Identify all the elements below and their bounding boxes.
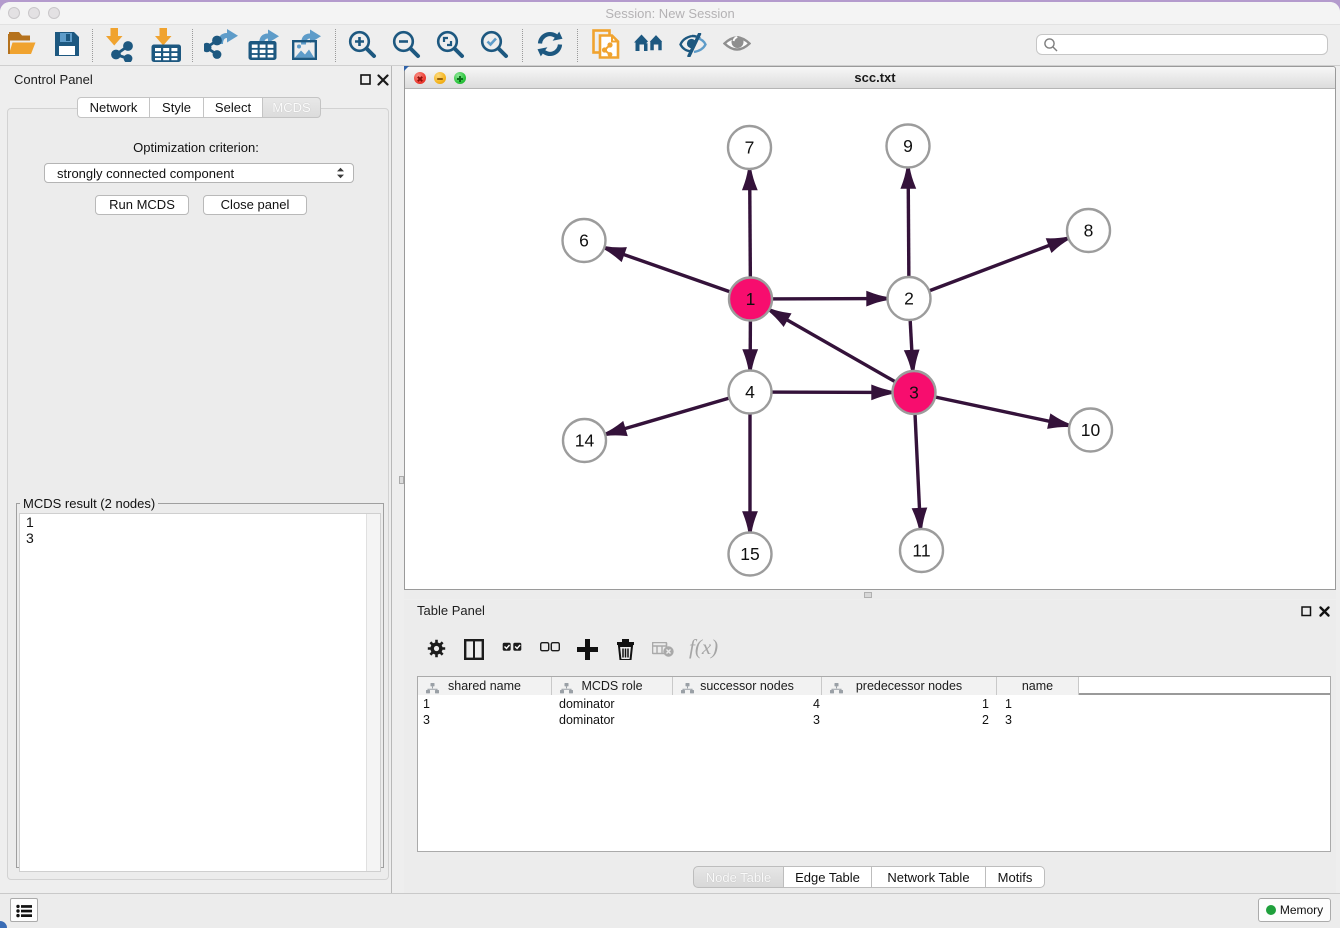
svg-text:11: 11: [912, 541, 930, 561]
svg-text:4: 4: [745, 382, 755, 402]
svg-text:2: 2: [904, 289, 914, 309]
svg-text:10: 10: [1081, 420, 1101, 440]
svg-text:6: 6: [579, 231, 589, 251]
svg-text:14: 14: [575, 431, 595, 451]
svg-text:15: 15: [740, 544, 759, 564]
svg-text:7: 7: [745, 138, 755, 158]
svg-text:1: 1: [746, 289, 756, 309]
svg-text:3: 3: [909, 383, 919, 403]
svg-text:8: 8: [1084, 221, 1094, 241]
svg-text:9: 9: [903, 136, 913, 156]
